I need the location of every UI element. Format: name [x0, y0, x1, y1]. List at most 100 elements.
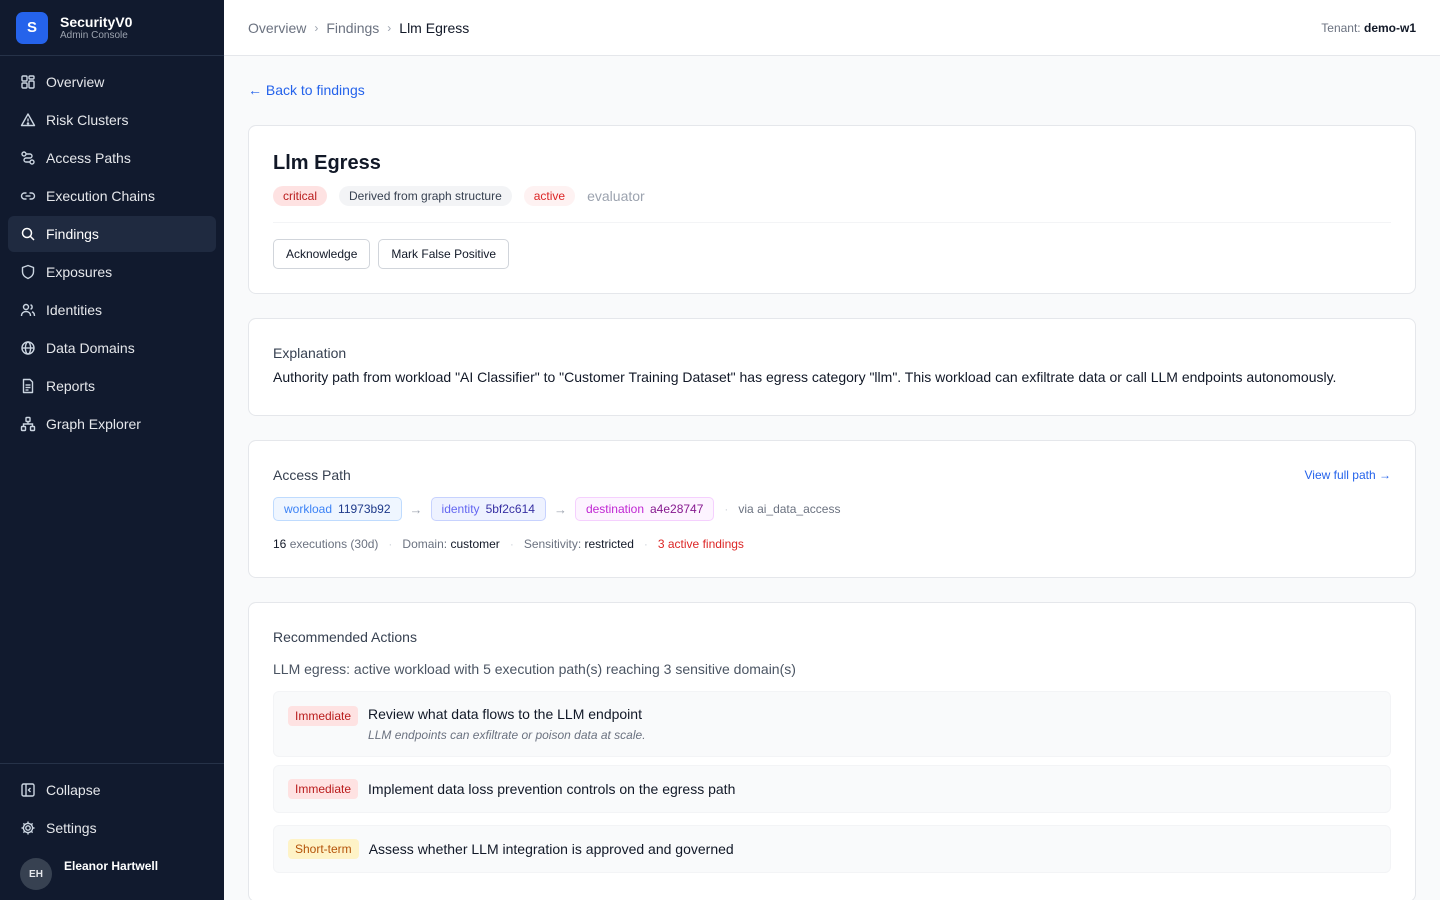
explanation-title: Explanation [273, 345, 347, 361]
mark-false-positive-button[interactable]: Mark False Positive [378, 239, 510, 269]
sensitivity-label: Sensitivity: [523, 537, 582, 551]
recommended-summary: LLM egress: active workload with 5 execu… [273, 661, 796, 677]
sidebar-item-overview[interactable]: Overview [8, 64, 216, 100]
finding-actions: Acknowledge Mark False Positive [273, 239, 510, 269]
node-id: 5bf2c614 [485, 502, 535, 516]
main-content: ← Back to findings Llm Egress critical D… [224, 56, 1440, 900]
recommendation-title: Review what data flows to the LLM endpoi… [368, 706, 642, 722]
recommendation-title: Assess whether LLM integration is approv… [368, 841, 734, 857]
user-name: Eleanor Hartwell [64, 859, 159, 873]
collapse-label: Collapse [46, 782, 101, 798]
tenant-indicator: Tenant: demo-w1 [1321, 21, 1416, 35]
sidebar-item-label: Execution Chains [46, 188, 155, 204]
executions-count: 16 [273, 537, 287, 551]
identity-node-chip[interactable]: identity 5bf2c614 [430, 497, 546, 521]
workload-node-chip[interactable]: workload 11973b92 [273, 497, 402, 521]
priority-badge: Short-term [288, 839, 359, 859]
sidebar-item-risk-clusters[interactable]: Risk Clusters [8, 102, 216, 138]
sidebar-item-label: Exposures [46, 264, 113, 280]
brand-subtitle: Admin Console [60, 29, 128, 41]
document-icon [22, 378, 34, 394]
recommendation-title: Implement data loss prevention controls … [368, 781, 736, 797]
sidebar-item-findings[interactable]: Findings [8, 216, 216, 252]
breadcrumb-current: Llm Egress [399, 19, 470, 36]
shield-icon [21, 264, 35, 280]
avatar: EH [20, 858, 52, 890]
users-icon [20, 303, 36, 317]
view-full-path-link[interactable]: View full path → [1305, 468, 1392, 482]
sidebar-footer: Collapse Settings EH Eleanor Hartwell [0, 763, 224, 900]
node-type: destination [585, 502, 644, 516]
network-icon [20, 416, 36, 432]
collapse-sidebar-icon [21, 783, 35, 797]
sidebar-nav: Overview Risk Clusters Access Paths Exec… [0, 56, 224, 452]
acknowledge-button[interactable]: Acknowledge [273, 239, 371, 269]
breadcrumb: Overview › Findings › Llm Egress [248, 20, 469, 36]
sidebar-item-label: Risk Clusters [46, 112, 129, 128]
settings-label: Settings [46, 820, 97, 836]
grid-icon [21, 75, 35, 89]
sidebar: S SecurityV0 Admin Console Overview Risk… [0, 0, 224, 900]
breadcrumb-overview[interactable]: Overview [248, 20, 306, 36]
arrow-right-icon: → [409, 501, 423, 517]
brand-name: SecurityV0 [60, 13, 133, 30]
chevron-right-icon: › [314, 20, 319, 35]
separator-dot: · [724, 502, 729, 516]
recommendation-description: LLM endpoints can exfiltrate or poison d… [368, 728, 646, 742]
link-icon [20, 192, 36, 200]
user-profile[interactable]: EH Eleanor Hartwell [8, 848, 216, 900]
collapse-button[interactable]: Collapse [8, 772, 216, 808]
back-to-findings-link[interactable]: ← Back to findings [248, 82, 365, 98]
sidebar-item-data-domains[interactable]: Data Domains [8, 330, 216, 366]
destination-node-chip[interactable]: destination a4e28747 [574, 497, 715, 521]
access-path-title: Access Path [273, 467, 351, 483]
recommendation-item: Immediate Review what data flows to the … [273, 691, 1391, 757]
separator-dot: · [388, 537, 393, 551]
separator-dot: · [643, 537, 648, 551]
node-id: a4e28747 [650, 502, 704, 516]
sidebar-item-label: Access Paths [46, 150, 131, 166]
tenant-label: Tenant: [1321, 20, 1361, 35]
sidebar-item-reports[interactable]: Reports [8, 368, 216, 404]
priority-badge: Immediate [288, 706, 359, 726]
top-bar: Overview › Findings › Llm Egress Tenant:… [224, 0, 1440, 56]
warning-triangle-icon [20, 113, 36, 127]
executions-label: executions (30d) [289, 537, 379, 551]
sensitivity-value: restricted [584, 537, 634, 551]
sidebar-item-identities[interactable]: Identities [8, 292, 216, 328]
separator-dot: · [509, 537, 514, 551]
access-path-chain: workload 11973b92 → identity 5bf2c614 → … [273, 497, 1391, 521]
sidebar-item-execution-chains[interactable]: Execution Chains [8, 178, 216, 214]
arrow-right-icon: → [553, 501, 567, 517]
sidebar-item-exposures[interactable]: Exposures [8, 254, 216, 290]
breadcrumb-findings[interactable]: Findings [326, 20, 379, 36]
sidebar-item-access-paths[interactable]: Access Paths [8, 140, 216, 176]
settings-button[interactable]: Settings [8, 810, 216, 846]
source-label: evaluator [587, 188, 645, 204]
priority-badge: Immediate [288, 779, 359, 799]
recommended-actions-title: Recommended Actions [273, 629, 417, 645]
via-relationship: via ai_data_access [738, 502, 841, 516]
status-badge: active [523, 186, 576, 206]
chevron-right-icon: › [387, 20, 392, 35]
access-path-meta: 16 executions (30d) · Domain: customer ·… [273, 537, 1391, 551]
recommended-actions-card: Recommended Actions LLM egress: active w… [248, 602, 1416, 900]
search-icon [21, 227, 35, 241]
recommendation-item: Immediate Implement data loss prevention… [273, 765, 1391, 813]
node-type: identity [441, 502, 480, 516]
finding-header-card: Llm Egress critical Derived from graph s… [248, 125, 1416, 294]
sidebar-item-label: Overview [46, 74, 105, 90]
sidebar-item-label: Identities [46, 302, 103, 318]
divider [273, 222, 1391, 223]
sidebar-item-graph-explorer[interactable]: Graph Explorer [8, 406, 216, 442]
domain-label: Domain: [402, 537, 448, 551]
tenant-value: demo-w1 [1363, 20, 1416, 35]
recommendation-item: Short-term Assess whether LLM integratio… [273, 825, 1391, 873]
sidebar-item-label: Reports [46, 378, 96, 394]
brand-logo: S [16, 11, 48, 44]
explanation-card: Explanation Authority path from workload… [248, 318, 1416, 416]
domain-value: customer [450, 537, 500, 551]
sidebar-item-label: Data Domains [46, 340, 135, 356]
finding-badges: critical Derived from graph structure ac… [273, 186, 645, 206]
active-findings-count[interactable]: 3 active findings [658, 537, 744, 551]
